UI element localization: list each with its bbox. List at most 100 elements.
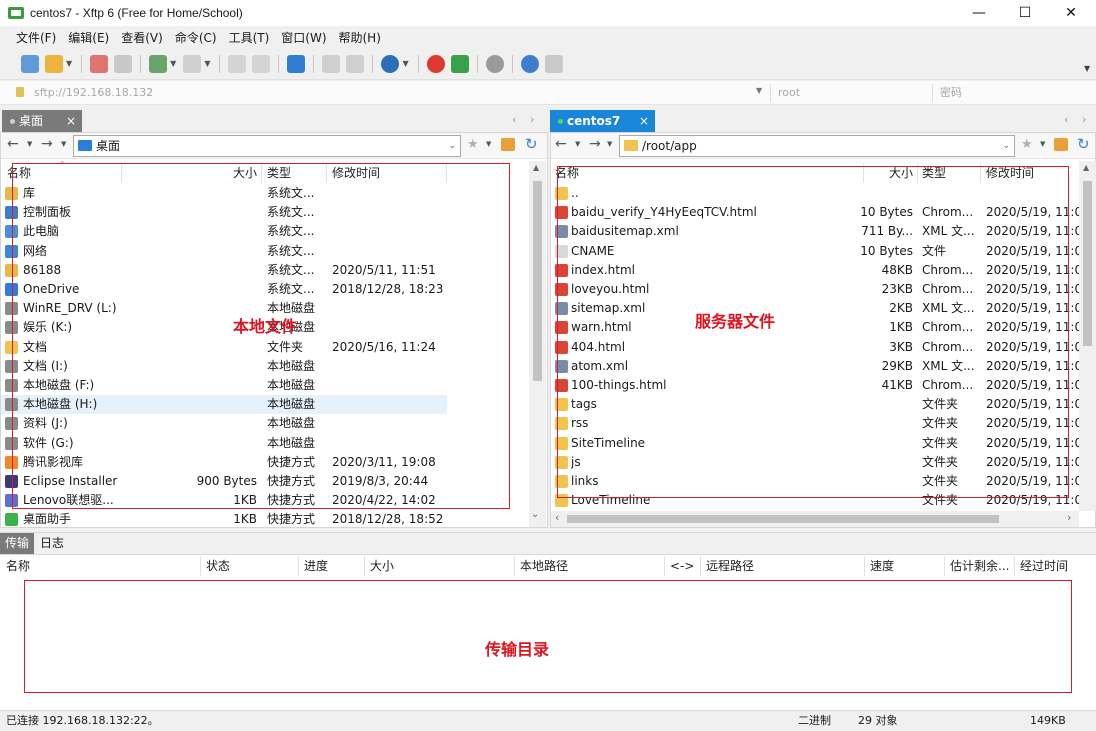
xshell-icon[interactable] bbox=[426, 54, 445, 73]
globe-icon[interactable] bbox=[381, 54, 400, 73]
scroll-up-icon[interactable]: ▲ bbox=[533, 163, 539, 172]
local-tab-close-icon[interactable]: × bbox=[66, 110, 76, 132]
col-divider[interactable] bbox=[1014, 556, 1015, 576]
tab-scroll-left-icon[interactable]: ‹ bbox=[1064, 113, 1068, 126]
refresh-icon[interactable]: ↻ bbox=[525, 135, 538, 153]
local-path-input[interactable]: 桌面 ⌄ bbox=[73, 135, 461, 157]
menu-edit[interactable]: 编辑(E) bbox=[62, 29, 115, 46]
view-mode-icon[interactable] bbox=[183, 54, 202, 73]
file-row[interactable]: 桌面助手 1KB 快捷方式 2018/12/28, 18:52 bbox=[1, 510, 447, 529]
disconnect-icon[interactable] bbox=[114, 54, 133, 73]
tab-scroll-left-icon[interactable]: ‹ bbox=[512, 113, 516, 126]
col-local-path[interactable]: 本地路径 bbox=[520, 556, 660, 576]
refresh-icon[interactable] bbox=[346, 54, 365, 73]
remote-tab-close-icon[interactable]: × bbox=[639, 110, 649, 132]
col-remote-path[interactable]: 远程路径 bbox=[706, 556, 862, 576]
forward-icon[interactable]: → bbox=[589, 136, 601, 152]
remote-scrollbar[interactable]: ▲ bbox=[1079, 161, 1096, 511]
path-dropdown-icon[interactable]: ⌄ bbox=[448, 136, 456, 156]
new-window-icon[interactable] bbox=[149, 54, 168, 73]
menu-file[interactable]: 文件(F) bbox=[10, 29, 62, 46]
forward-dropdown-icon[interactable]: ▼ bbox=[61, 140, 66, 148]
col-direction[interactable]: <-> bbox=[670, 556, 698, 576]
col-divider[interactable] bbox=[944, 556, 945, 576]
local-scroll-thumb[interactable] bbox=[533, 181, 542, 381]
remote-scroll-thumb[interactable] bbox=[1083, 181, 1092, 346]
col-name[interactable]: 名称 bbox=[6, 556, 196, 576]
forward-icon[interactable]: → bbox=[41, 136, 53, 152]
bookmark-dropdown-icon[interactable]: ▼ bbox=[1040, 140, 1045, 148]
col-divider[interactable] bbox=[298, 556, 299, 576]
password-input[interactable]: 密码 bbox=[940, 85, 1090, 101]
help-icon[interactable] bbox=[520, 54, 539, 73]
minimize-button[interactable]: — bbox=[956, 0, 1002, 26]
scroll-left-icon[interactable]: ‹ bbox=[555, 511, 559, 524]
col-divider[interactable] bbox=[364, 556, 365, 576]
toolbar-separator bbox=[476, 54, 478, 73]
window-dropdown-icon[interactable]: ▼ bbox=[170, 59, 176, 68]
toolbar-overflow-icon[interactable]: ▼ bbox=[1084, 64, 1090, 73]
col-size[interactable]: 大小 bbox=[370, 556, 510, 576]
col-speed[interactable]: 速度 bbox=[870, 556, 942, 576]
menu-help[interactable]: 帮助(H) bbox=[333, 29, 387, 46]
open-dropdown-icon[interactable]: ▼ bbox=[66, 59, 72, 68]
stop-icon[interactable] bbox=[322, 54, 341, 73]
bookmark-star-icon[interactable]: ★ bbox=[467, 137, 479, 152]
scroll-down-icon[interactable]: ⌄ bbox=[531, 509, 539, 520]
col-divider[interactable] bbox=[514, 556, 515, 576]
back-icon[interactable]: ← bbox=[555, 136, 567, 152]
col-divider[interactable] bbox=[864, 556, 865, 576]
xftp-icon[interactable] bbox=[450, 54, 469, 73]
host-input[interactable]: sftp://192.168.18.132 bbox=[34, 85, 754, 101]
globe-dropdown-icon[interactable]: ▼ bbox=[402, 59, 408, 68]
bookmark-star-icon[interactable]: ★ bbox=[1021, 137, 1033, 152]
local-tab[interactable]: 桌面 × bbox=[2, 110, 82, 132]
bookmark-dropdown-icon[interactable]: ▼ bbox=[486, 140, 491, 148]
refresh-icon[interactable]: ↻ bbox=[1077, 135, 1090, 153]
path-dropdown-icon[interactable]: ⌄ bbox=[1002, 136, 1010, 156]
sync-icon[interactable] bbox=[287, 54, 306, 73]
back-icon[interactable]: ← bbox=[7, 136, 19, 152]
menu-window[interactable]: 窗口(W) bbox=[275, 29, 332, 46]
tab-dot-icon bbox=[10, 119, 15, 124]
connect-icon[interactable] bbox=[90, 54, 109, 73]
copy-icon[interactable] bbox=[228, 54, 247, 73]
home-folder-icon[interactable] bbox=[501, 138, 515, 151]
close-button[interactable]: ✕ bbox=[1048, 0, 1094, 26]
home-folder-icon[interactable] bbox=[1054, 138, 1068, 151]
gear-icon[interactable] bbox=[485, 54, 504, 73]
transfer-tab[interactable]: 传输 bbox=[0, 533, 34, 554]
local-scrollbar[interactable]: ▲ ⌄ bbox=[529, 161, 546, 527]
remote-hscrollbar[interactable]: ‹ › bbox=[551, 511, 1079, 527]
new-session-icon[interactable] bbox=[21, 54, 39, 73]
col-divider[interactable] bbox=[200, 556, 201, 576]
tab-scroll-right-icon[interactable]: › bbox=[530, 113, 534, 126]
menu-tools[interactable]: 工具(T) bbox=[223, 29, 276, 46]
back-dropdown-icon[interactable]: ▼ bbox=[27, 140, 32, 148]
remote-hscroll-thumb[interactable] bbox=[567, 515, 999, 523]
host-dropdown-icon[interactable]: ▼ bbox=[756, 86, 762, 95]
col-eta[interactable]: 估计剩余... bbox=[950, 556, 1012, 576]
tab-scroll-right-icon[interactable]: › bbox=[1082, 113, 1086, 126]
maximize-button[interactable]: ☐ bbox=[1002, 0, 1048, 26]
view-dropdown-icon[interactable]: ▼ bbox=[204, 59, 210, 68]
scroll-right-icon[interactable]: › bbox=[1067, 511, 1071, 524]
scroll-up-icon[interactable]: ▲ bbox=[1083, 163, 1089, 172]
menu-command[interactable]: 命令(C) bbox=[169, 29, 223, 46]
col-progress[interactable]: 进度 bbox=[304, 556, 362, 576]
open-folder-icon[interactable] bbox=[45, 54, 63, 73]
remote-tab[interactable]: centos7 × bbox=[550, 110, 655, 132]
col-elapsed[interactable]: 经过时间 bbox=[1020, 556, 1094, 576]
log-tab[interactable]: 日志 bbox=[40, 533, 64, 554]
chat-icon[interactable] bbox=[544, 54, 563, 73]
col-status[interactable]: 状态 bbox=[206, 556, 296, 576]
back-dropdown-icon[interactable]: ▼ bbox=[575, 140, 580, 148]
menu-view[interactable]: 查看(V) bbox=[115, 29, 169, 46]
username-input[interactable]: root bbox=[778, 85, 928, 101]
col-divider[interactable] bbox=[664, 556, 665, 576]
paste-icon[interactable] bbox=[252, 54, 271, 73]
remote-path-input[interactable]: /root/app ⌄ bbox=[619, 135, 1015, 157]
col-divider[interactable] bbox=[700, 556, 701, 576]
forward-dropdown-icon[interactable]: ▼ bbox=[607, 140, 612, 148]
transfer-mode[interactable]: 二进制 bbox=[798, 711, 831, 731]
